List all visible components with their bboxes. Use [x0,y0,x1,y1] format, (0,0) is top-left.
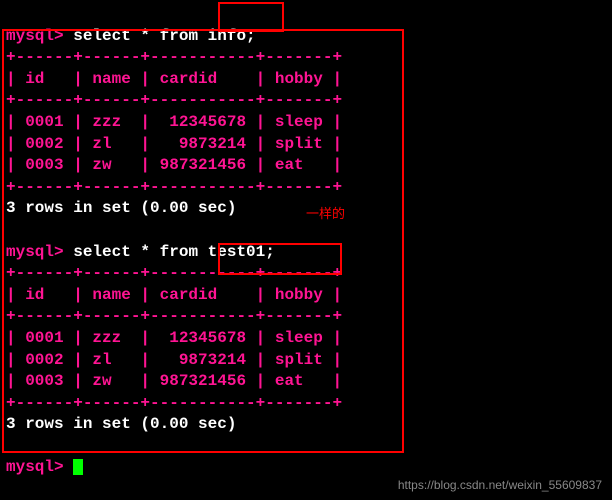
table-row: | 0001 | zzz | 12345678 | sleep | [6,113,342,131]
annotation-text: 一样的 [306,203,345,222]
cursor-icon[interactable] [73,459,83,475]
table-border: +------+------+-----------+-------+ [6,178,342,196]
table-row: | 0002 | zl | 9873214 | split | [6,135,342,153]
table-name: info; [208,27,256,45]
query-text: select * from [73,243,207,261]
mysql-prompt: mysql> [6,27,64,45]
table-header: | id | name | cardid | hobby | [6,286,342,304]
result-summary: 3 rows in set (0.00 sec) [6,199,236,217]
mysql-prompt: mysql> [6,243,64,261]
table-border: +------+------+-----------+-------+ [6,307,342,325]
table-row: | 0003 | zw | 987321456 | eat | [6,156,342,174]
table-row: | 0003 | zw | 987321456 | eat | [6,372,342,390]
table-border: +------+------+-----------+-------+ [6,91,342,109]
table-name: test01; [208,243,275,261]
result-summary: 3 rows in set (0.00 sec) [6,415,236,433]
table-border: +------+------+-----------+-------+ [6,264,342,282]
mysql-prompt: mysql> [6,458,64,476]
watermark-text: https://blog.csdn.net/weixin_55609837 [398,478,602,492]
table-border: +------+------+-----------+-------+ [6,48,342,66]
table-row: | 0002 | zl | 9873214 | split | [6,351,342,369]
table-border: +------+------+-----------+-------+ [6,394,342,412]
terminal-output: mysql> select * from info; +------+-----… [0,0,612,483]
query-text: select * from [73,27,207,45]
table-header: | id | name | cardid | hobby | [6,70,342,88]
table-row: | 0001 | zzz | 12345678 | sleep | [6,329,342,347]
